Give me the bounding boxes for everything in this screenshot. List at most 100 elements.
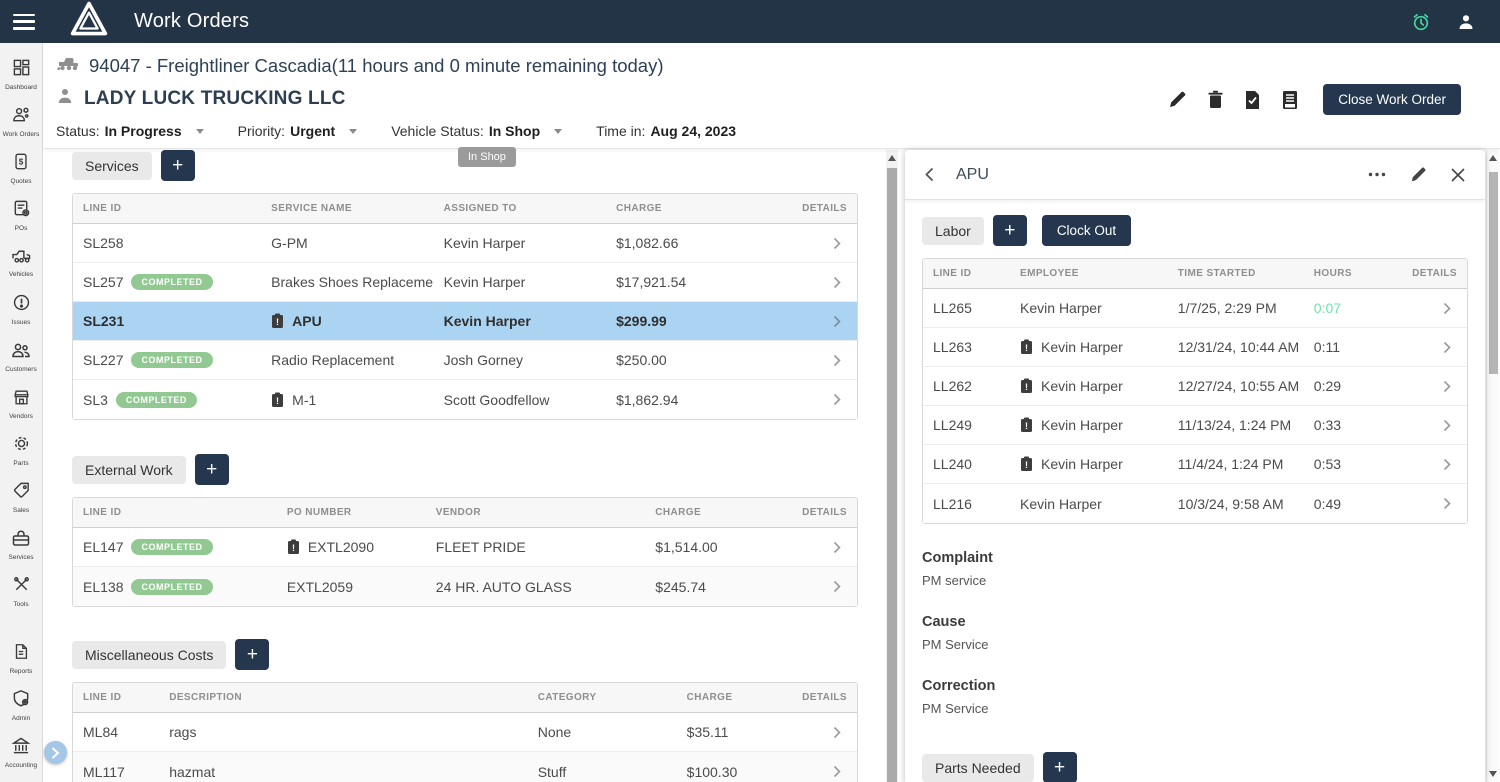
close-panel-icon[interactable]	[1451, 168, 1465, 182]
vehicle-status-tooltip: In Shop	[458, 147, 516, 167]
close-work-order-button[interactable]: Close Work Order	[1323, 84, 1461, 115]
table-row[interactable]: ML117 hazmat Stuff $100.30	[73, 752, 857, 782]
table-row[interactable]: ML84 rags None $35.11	[73, 713, 857, 752]
table-row[interactable]: SL257COMPLETED Brakes Shoes Replacement …	[73, 263, 857, 302]
svg-text:$: $	[19, 158, 24, 167]
back-chevron-icon[interactable]	[925, 167, 934, 182]
sidebar-item-pos[interactable]: POs	[0, 192, 43, 239]
scrollbar-thumb[interactable]	[1489, 172, 1498, 374]
misc-costs-table-header: LINE ID DESCRIPTION CATEGORY CHARGE DETA…	[73, 683, 857, 713]
scrollbar-thumb[interactable]	[887, 168, 897, 782]
inspection-flag-icon: !	[1020, 378, 1033, 394]
row-details-chevron-icon[interactable]	[786, 541, 857, 554]
row-details-chevron-icon[interactable]	[1385, 341, 1467, 354]
table-row[interactable]: SL258 G-PM Kevin Harper $1,082.66	[73, 224, 857, 263]
status-badge: COMPLETED	[116, 392, 197, 408]
row-details-chevron-icon[interactable]	[786, 580, 857, 593]
parts-needed-section-label: Parts Needed	[922, 754, 1034, 782]
time-in-field: Time in: Aug 24, 2023	[596, 123, 736, 139]
services-section-label: Services	[72, 152, 152, 180]
sidebar-item-sales[interactable]: Sales	[0, 474, 43, 521]
table-row[interactable]: LL216 Kevin Harper 10/3/24, 9:58 AM 0:49	[923, 484, 1467, 523]
sidebar-item-vendors[interactable]: Vendors	[0, 380, 43, 427]
sidebar-expand-button[interactable]	[44, 741, 67, 764]
vehicles-truck-icon	[11, 247, 32, 269]
table-row[interactable]: LL263 !Kevin Harper 12/31/24, 10:44 AM 0…	[923, 328, 1467, 367]
top-bar: Work Orders	[0, 0, 1500, 43]
sidebar-item-issues[interactable]: Issues	[0, 286, 43, 333]
sidebar-item-services[interactable]: Services	[0, 521, 43, 568]
row-details-chevron-icon[interactable]	[1385, 458, 1467, 471]
row-details-chevron-icon[interactable]	[779, 237, 857, 250]
menu-icon[interactable]	[13, 14, 35, 30]
user-account-icon[interactable]	[1457, 13, 1475, 31]
status-badge: COMPLETED	[131, 539, 212, 555]
edit-work-order-icon[interactable]	[1168, 90, 1187, 109]
scroll-down-arrow-icon[interactable]	[1489, 771, 1497, 777]
table-row[interactable]: LL240 !Kevin Harper 11/4/24, 1:24 PM 0:5…	[923, 445, 1467, 484]
status-badge: COMPLETED	[131, 274, 212, 290]
table-row[interactable]: LL265 Kevin Harper 1/7/25, 2:29 PM 0:07	[923, 289, 1467, 328]
table-row[interactable]: LL249 !Kevin Harper 11/13/24, 1:24 PM 0:…	[923, 406, 1467, 445]
row-details-chevron-icon[interactable]	[1385, 380, 1467, 393]
row-details-chevron-icon[interactable]	[779, 276, 857, 289]
sidebar-item-customers[interactable]: Customers	[0, 333, 43, 380]
svg-text:!: !	[1025, 382, 1028, 392]
scroll-up-arrow-icon[interactable]	[1489, 155, 1497, 161]
edit-service-icon[interactable]	[1410, 166, 1427, 183]
status-dropdown[interactable]: Status: In Progress	[56, 123, 204, 139]
clock-out-button[interactable]: Clock Out	[1042, 215, 1131, 246]
parts-gear-icon	[12, 434, 31, 458]
chevron-down-icon	[349, 129, 357, 134]
sidebar-item-quotes[interactable]: $ Quotes	[0, 145, 43, 192]
sidebar-item-work-orders[interactable]: Work Orders	[0, 98, 43, 145]
inspection-flag-icon: !	[1020, 456, 1033, 472]
delete-work-order-icon[interactable]	[1207, 90, 1224, 109]
sidebar-item-accounting[interactable]: Accounting	[0, 729, 43, 776]
table-row[interactable]: EL138COMPLETED EXTL2059 24 HR. AUTO GLAS…	[73, 567, 857, 606]
sidebar-item-admin[interactable]: Admin	[0, 682, 43, 729]
row-details-chevron-icon[interactable]	[1385, 302, 1467, 315]
svg-text:!: !	[276, 317, 279, 327]
customer-name[interactable]: LADY LUCK TRUCKING LLC	[84, 88, 346, 110]
panel-scrollbar[interactable]	[1486, 150, 1499, 782]
invoice-journal-icon[interactable]	[1281, 90, 1299, 110]
table-row-selected[interactable]: SL231 !APU Kevin Harper $299.99	[73, 302, 857, 341]
sidebar-item-tools[interactable]: Tools	[0, 568, 43, 615]
services-toolbox-icon	[11, 529, 31, 552]
table-row[interactable]: LL262 !Kevin Harper 12/27/24, 10:55 AM 0…	[923, 367, 1467, 406]
work-order-header: 94047 - Freightliner Cascadia(11 hours a…	[44, 43, 1500, 149]
main-scrollbar[interactable]	[886, 150, 898, 782]
sidebar-item-reports[interactable]: Reports	[0, 635, 43, 682]
row-details-chevron-icon[interactable]	[794, 765, 857, 778]
app-logo-icon[interactable]	[67, 0, 111, 44]
sidebar-item-dashboard[interactable]: Dashboard	[0, 51, 43, 98]
table-row[interactable]: SL3COMPLETED !M-1 Scott Goodfellow $1,86…	[73, 380, 857, 419]
more-options-icon[interactable]	[1368, 172, 1386, 177]
row-details-chevron-icon[interactable]	[779, 315, 857, 328]
row-details-chevron-icon[interactable]	[779, 354, 857, 367]
row-details-chevron-icon[interactable]	[794, 726, 857, 739]
vendors-icon	[12, 388, 31, 411]
add-external-work-button[interactable]: +	[195, 454, 229, 485]
sidebar-item-parts[interactable]: Parts	[0, 427, 43, 474]
priority-dropdown[interactable]: Priority: Urgent	[238, 123, 358, 139]
vehicle-status-dropdown[interactable]: Vehicle Status: In Shop	[391, 123, 562, 139]
admin-shield-icon	[12, 689, 31, 713]
row-details-chevron-icon[interactable]	[1385, 497, 1467, 510]
labor-section-label: Labor	[922, 217, 984, 245]
document-check-icon[interactable]	[1244, 90, 1261, 110]
row-details-chevron-icon[interactable]	[1385, 419, 1467, 432]
add-part-button[interactable]: +	[1043, 752, 1077, 782]
table-row[interactable]: SL227COMPLETED Radio Replacement Josh Go…	[73, 341, 857, 380]
add-labor-button[interactable]: +	[993, 215, 1027, 246]
chevron-down-icon	[196, 129, 204, 134]
add-service-button[interactable]: +	[161, 150, 195, 181]
work-order-app: Work Orders Dashboard	[0, 0, 1500, 782]
timer-alarm-icon[interactable]	[1411, 12, 1431, 32]
row-details-chevron-icon[interactable]	[779, 393, 857, 406]
table-row[interactable]: EL147COMPLETED !EXTL2090 FLEET PRIDE $1,…	[73, 528, 857, 567]
scroll-up-arrow-icon[interactable]	[888, 155, 896, 161]
sidebar-item-vehicles[interactable]: Vehicles	[0, 239, 43, 286]
add-misc-cost-button[interactable]: +	[235, 639, 269, 670]
